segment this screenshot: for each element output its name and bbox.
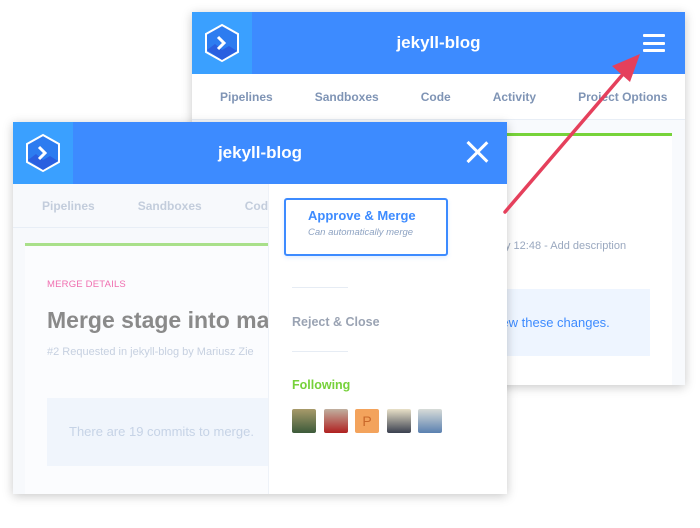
front-window: jekyll-blog Pipelines Sandboxes Code MER… xyxy=(13,122,507,494)
approve-subtitle: Can automatically merge xyxy=(308,227,414,238)
nav-sandboxes[interactable]: Sandboxes xyxy=(315,90,379,104)
header: jekyll-blog xyxy=(192,12,685,74)
merge-subtitle: #2 Requested in jekyll-blog by Mariusz Z… xyxy=(47,346,254,358)
avatar-initial: P xyxy=(362,413,372,429)
hamburger-menu-icon[interactable] xyxy=(643,34,665,52)
project-title: jekyll-blog xyxy=(217,143,303,162)
approve-merge-button[interactable]: Approve & Merge Can automatically merge xyxy=(284,198,448,256)
review-link[interactable]: view these changes. xyxy=(492,289,650,356)
logo-icon[interactable] xyxy=(13,122,73,184)
avatar[interactable]: P xyxy=(355,409,379,433)
nav-pipelines[interactable]: Pipelines xyxy=(220,90,273,104)
nav-activity[interactable]: Activity xyxy=(493,90,536,104)
avatar[interactable] xyxy=(323,409,348,433)
merge-title: Merge stage into mas xyxy=(47,307,283,333)
merge-card: MERGE DETAILS Merge stage into mas #2 Re… xyxy=(25,243,287,494)
header: jekyll-blog xyxy=(13,122,507,184)
following-label: Following xyxy=(292,378,351,392)
avatar[interactable] xyxy=(292,409,316,433)
logo-icon[interactable] xyxy=(192,12,252,74)
merge-details-label: MERGE DETAILS xyxy=(47,279,126,290)
avatar[interactable] xyxy=(386,409,411,433)
project-title: jekyll-blog xyxy=(396,33,481,52)
nav-sandboxes[interactable]: Sandboxes xyxy=(138,199,202,213)
commits-info: There are 19 commits to merge. xyxy=(47,398,287,466)
follower-avatars: P xyxy=(292,409,450,433)
actions-drawer: Approve & Merge Can automatically merge … xyxy=(268,184,507,494)
nav-project-options[interactable]: Project Options xyxy=(578,90,667,104)
reject-close-button[interactable]: Reject & Close xyxy=(292,315,380,329)
main-nav: Pipelines Sandboxes Code Activity Projec… xyxy=(192,74,685,120)
close-icon[interactable] xyxy=(465,140,489,164)
approve-label: Approve & Merge xyxy=(308,208,416,223)
divider xyxy=(292,287,348,288)
merge-description[interactable]: y 12:48 - Add description xyxy=(505,240,626,252)
nav-pipelines[interactable]: Pipelines xyxy=(42,199,95,213)
nav-code[interactable]: Code xyxy=(421,90,451,104)
merge-card: y 12:48 - Add description view these cha… xyxy=(492,133,672,385)
avatar[interactable] xyxy=(418,409,442,433)
divider xyxy=(292,351,348,352)
